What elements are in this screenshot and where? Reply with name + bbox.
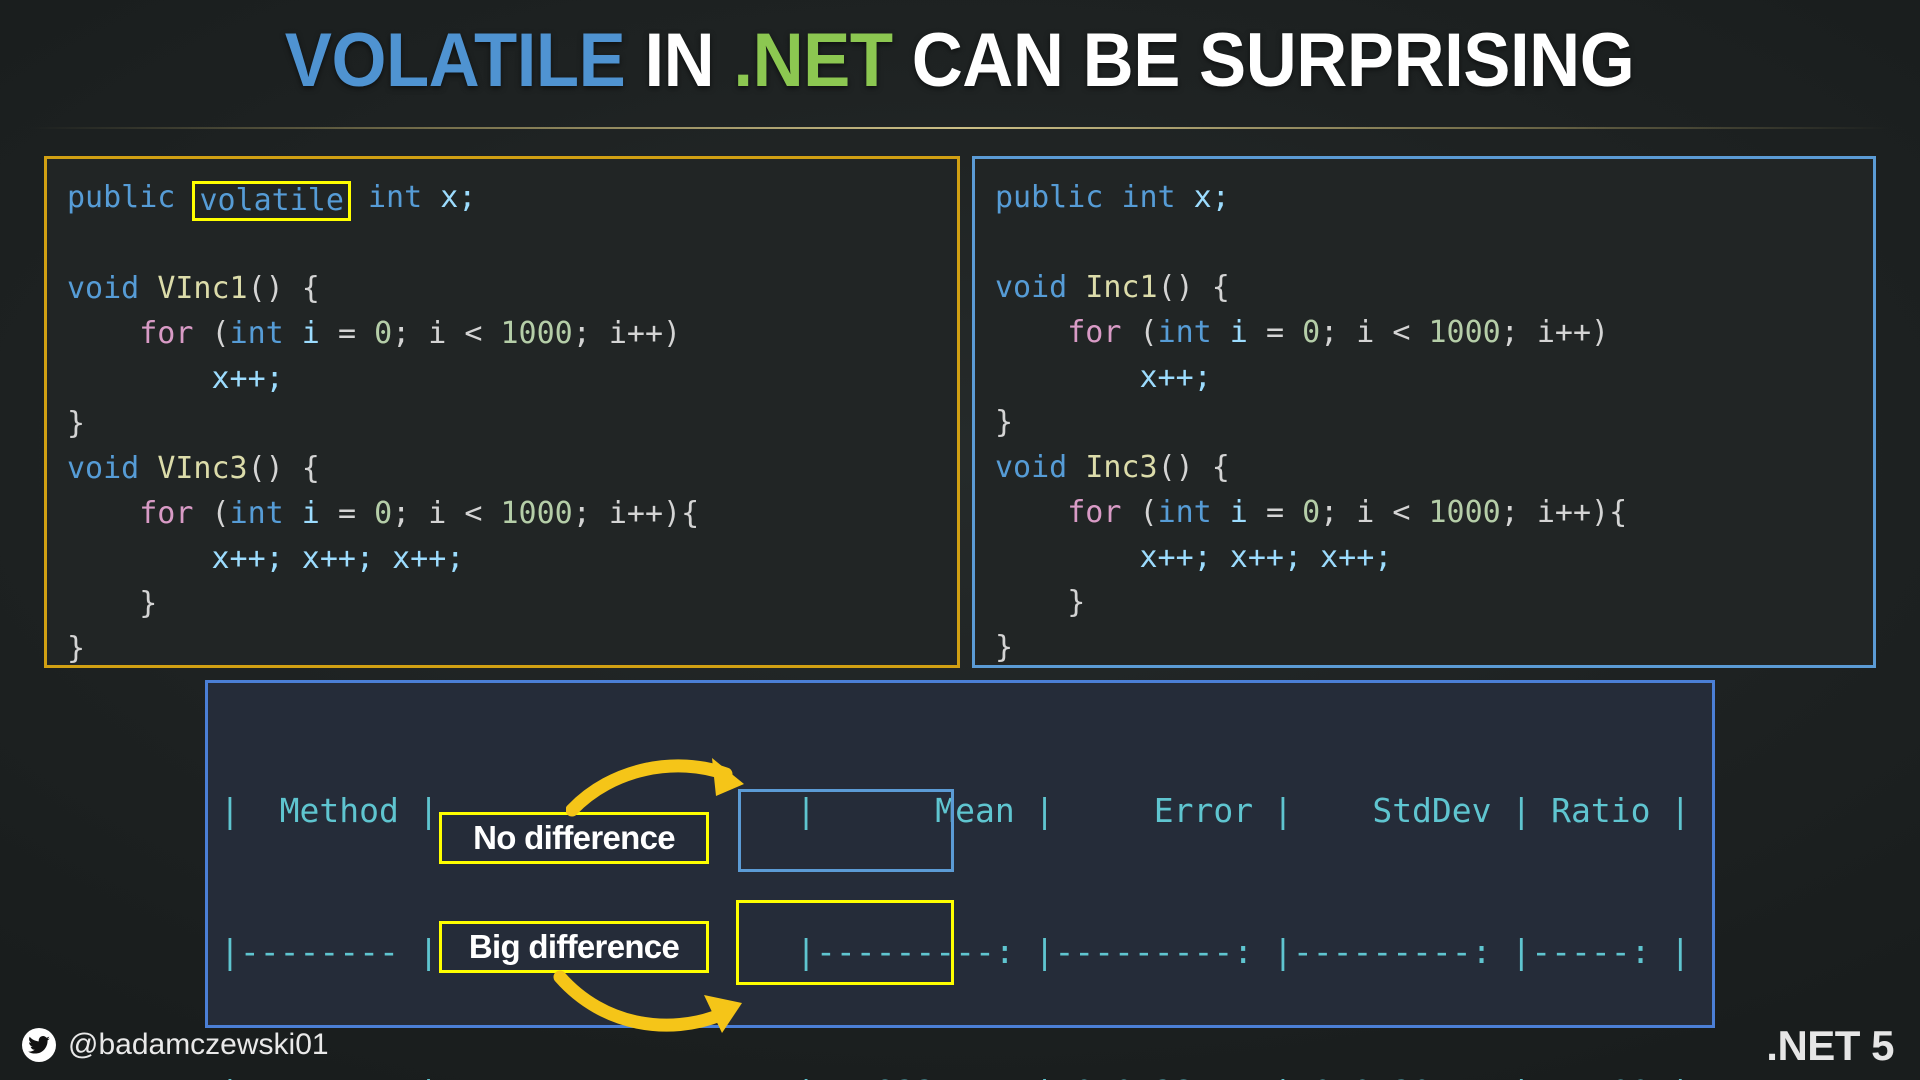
- close-brace-inc1: }: [995, 405, 1014, 440]
- loop-var-inc3: i: [1211, 495, 1266, 530]
- for-open-vinc1: (: [193, 316, 230, 351]
- kw-int-loop-vinc1: int: [229, 316, 284, 351]
- page-title: VOLATILE IN .NET CAN BE SURPRISING: [285, 17, 1635, 104]
- loop-incr-inc3: ; i++){: [1500, 495, 1628, 530]
- volatile-keyword-highlight: volatile: [192, 181, 351, 221]
- title-bar: VOLATILE IN .NET CAN BE SURPRISING: [0, 0, 1920, 120]
- kw-void-inc3: void: [995, 450, 1068, 485]
- loop-limit-vinc3: 1000: [500, 496, 573, 531]
- loop-incr-vinc1: ; i++): [572, 316, 682, 351]
- title-rest: CAN BE SURPRISING: [893, 17, 1635, 103]
- method-name-inc1: Inc1: [1085, 270, 1158, 305]
- kw-for-vinc3: for: [139, 496, 194, 531]
- code-panel-plain: public int x; void Inc1() { for (int i =…: [972, 156, 1876, 668]
- for-open-inc1: (: [1121, 315, 1158, 350]
- kw-void-inc1: void: [995, 270, 1068, 305]
- callout-big-difference-label: Big difference: [468, 928, 680, 965]
- loop-init-inc3: 0: [1302, 495, 1321, 530]
- loop-cond-inc3: ; i <: [1320, 495, 1429, 530]
- callout-big-difference: Big difference: [439, 921, 709, 973]
- assign-inc3: =: [1265, 495, 1303, 530]
- method-name-vinc3: VInc3: [157, 451, 248, 486]
- title-word-in: IN: [625, 17, 734, 103]
- stmt-xpp-vinc1: x++;: [211, 361, 284, 396]
- loop-cond-vinc1: ; i <: [392, 316, 501, 351]
- table-row: | Inc1 | | 1.922 us | 0.0128 us | 0.0120…: [208, 1069, 1712, 1080]
- kw-void-vinc1: void: [67, 271, 140, 306]
- kw-for-vinc1: for: [139, 316, 194, 351]
- title-word-volatile: VOLATILE: [285, 17, 626, 103]
- kw-public-right: public: [995, 180, 1104, 215]
- inc1-signature-tail: () {: [1157, 270, 1230, 305]
- dotnet-version-label: .NET 5: [1766, 1022, 1894, 1069]
- vinc1-signature-tail: () {: [247, 271, 320, 306]
- loop-init-inc1: 0: [1302, 315, 1321, 350]
- stmt-xpp3-vinc3: x++; x++; x++;: [211, 541, 465, 576]
- for-open-vinc3: (: [193, 496, 230, 531]
- assign-vinc1: =: [337, 316, 375, 351]
- table-divider-row: |-------- | |---------: |---------: |---…: [220, 932, 1691, 971]
- callout-no-difference: No difference: [439, 812, 709, 864]
- for-open-inc3: (: [1121, 495, 1158, 530]
- outer-close-brace-inc3: }: [995, 630, 1014, 665]
- loop-incr-vinc3: ; i++){: [572, 496, 700, 531]
- loop-var-inc1: i: [1211, 315, 1266, 350]
- slide-root: VOLATILE IN .NET CAN BE SURPRISING publi…: [0, 0, 1920, 1080]
- inner-close-brace-vinc3: }: [67, 586, 158, 621]
- callout-no-difference-label: No difference: [473, 819, 675, 856]
- loop-init-vinc1: 0: [374, 316, 393, 351]
- outer-close-brace-vinc3: }: [67, 631, 86, 666]
- field-x-decl-left: x;: [422, 180, 477, 215]
- loop-init-vinc3: 0: [374, 496, 393, 531]
- assign-inc1: =: [1265, 315, 1303, 350]
- twitter-handle-label: @badamczewski01: [68, 1028, 329, 1061]
- kw-int-loop-inc1: int: [1157, 315, 1212, 350]
- loop-incr-inc1: ; i++): [1500, 315, 1610, 350]
- loop-limit-inc1: 1000: [1428, 315, 1501, 350]
- loop-limit-vinc1: 1000: [500, 316, 573, 351]
- loop-var-vinc1: i: [283, 316, 338, 351]
- kw-void-vinc3: void: [67, 451, 140, 486]
- loop-cond-vinc3: ; i <: [392, 496, 501, 531]
- title-word-dotnet: .NET: [733, 17, 894, 103]
- method-name-vinc1: VInc1: [157, 271, 248, 306]
- code-panel-volatile: public volatile int x; void VInc1() { fo…: [44, 156, 960, 668]
- field-x-decl-right: x;: [1175, 180, 1230, 215]
- twitter-bird-icon: [22, 1028, 56, 1062]
- title-divider: [30, 127, 1890, 129]
- loop-var-vinc3: i: [283, 496, 338, 531]
- assign-vinc3: =: [337, 496, 375, 531]
- kw-public-left: public: [67, 180, 176, 215]
- benchmark-results-table: | Method | | Mean | Error | StdDev | Rat…: [205, 680, 1715, 1080]
- kw-for-inc1: for: [1067, 315, 1122, 350]
- stmt-xpp3-inc3: x++; x++; x++;: [1139, 540, 1393, 575]
- footer-twitter-handle[interactable]: @badamczewski01: [22, 1028, 329, 1062]
- kw-int-loop-vinc3: int: [229, 496, 284, 531]
- table-header-row: | Method | | Mean | Error | StdDev | Rat…: [220, 791, 1691, 830]
- kw-int-left: int: [368, 180, 423, 215]
- close-brace-vinc1: }: [67, 406, 86, 441]
- inner-close-brace-inc3: }: [995, 585, 1086, 620]
- method-name-inc3: Inc3: [1085, 450, 1158, 485]
- vinc3-signature-tail: () {: [247, 451, 320, 486]
- twitter-bird-glyph: [28, 1036, 50, 1054]
- kw-int-right: int: [1121, 180, 1176, 215]
- stmt-xpp-inc1: x++;: [1139, 360, 1212, 395]
- kw-int-loop-inc3: int: [1157, 495, 1212, 530]
- inc3-signature-tail: () {: [1157, 450, 1230, 485]
- loop-cond-inc1: ; i <: [1320, 315, 1429, 350]
- kw-for-inc3: for: [1067, 495, 1122, 530]
- loop-limit-inc3: 1000: [1428, 495, 1501, 530]
